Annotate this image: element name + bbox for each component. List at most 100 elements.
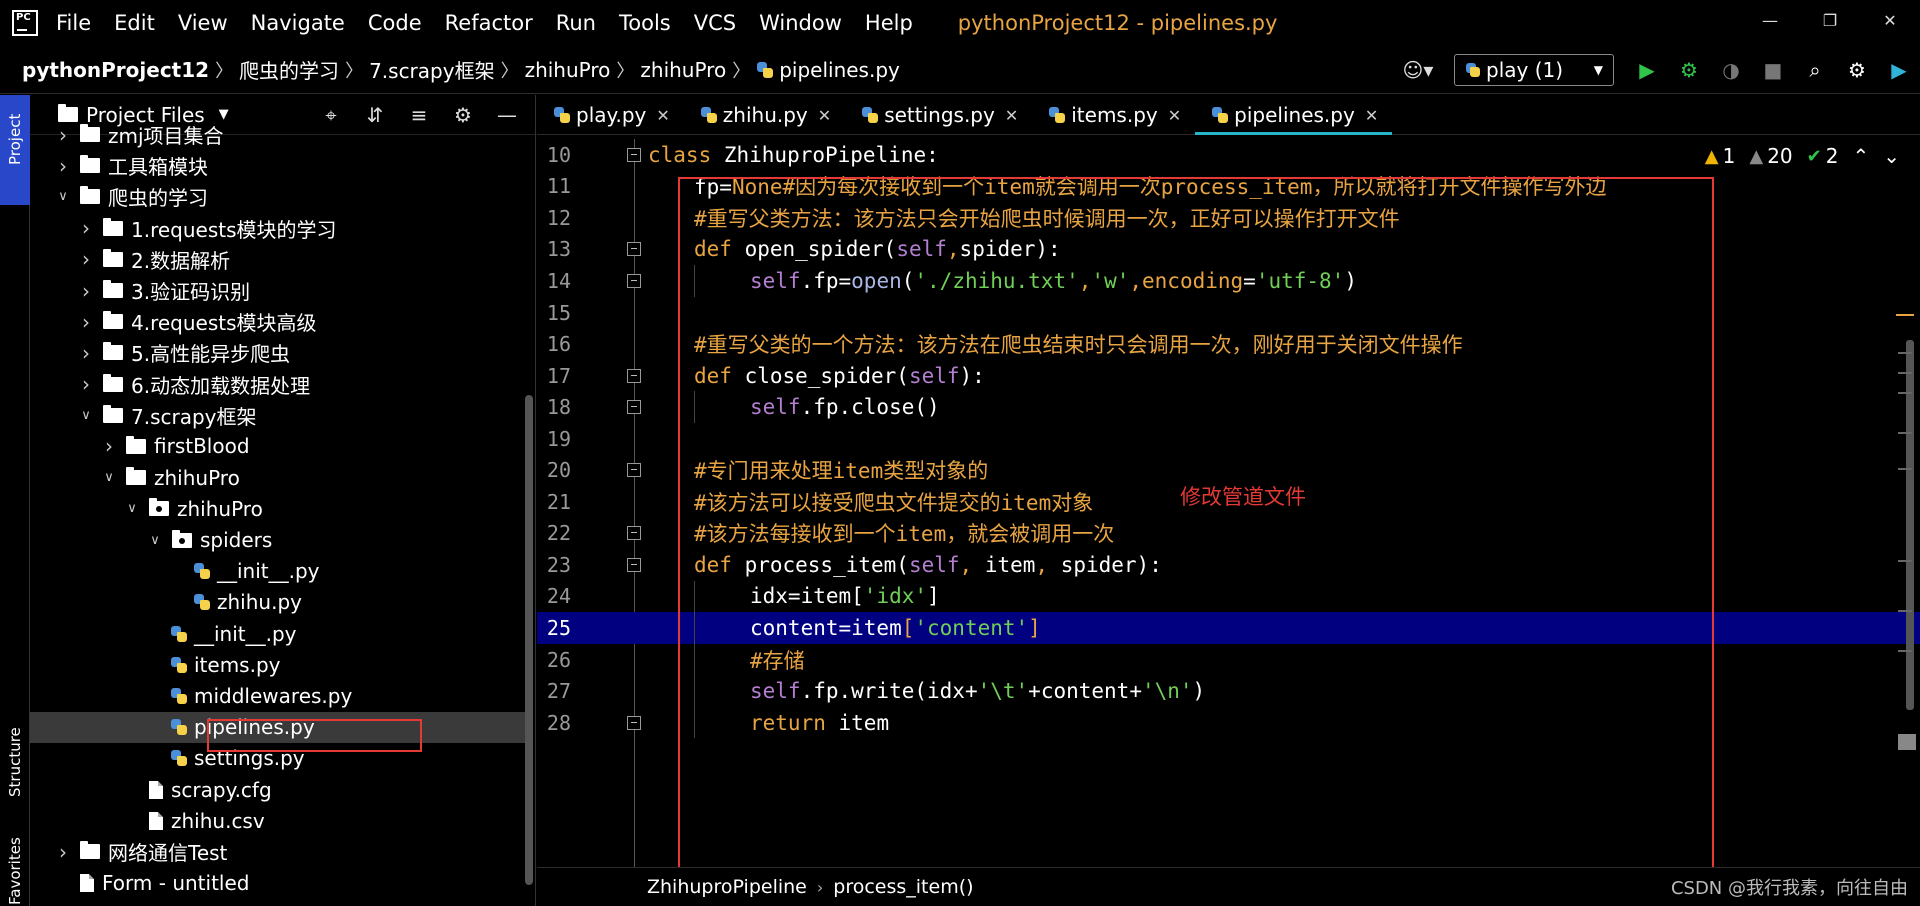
code-line[interactable]: 27 self.fp.write(idx+'\t'+content+'\n') bbox=[537, 675, 1920, 707]
code-line[interactable]: 25 content=item['content'] bbox=[537, 612, 1920, 644]
code-line[interactable]: 22 #该方法每接收到一个item，就会被调用一次 bbox=[537, 518, 1920, 550]
breadcrumb-method[interactable]: process_item() bbox=[833, 876, 973, 898]
menu-vcs[interactable]: VCS bbox=[694, 11, 736, 35]
code-line[interactable]: 11 fp=None#因为每次接收到一个item就会调用一次process_ite… bbox=[537, 171, 1920, 203]
fold-toggle-icon[interactable] bbox=[627, 368, 641, 383]
breadcrumb-file[interactable]: pipelines.py bbox=[779, 58, 900, 82]
warning-marker[interactable] bbox=[1896, 314, 1914, 316]
menu-help[interactable]: Help bbox=[865, 11, 913, 35]
project-tool-button[interactable]: Project bbox=[0, 95, 30, 205]
tree-item[interactable]: › zmj项目集合 bbox=[30, 119, 526, 150]
settings-gear-icon[interactable]: ⚙ bbox=[1836, 50, 1878, 90]
close-window-icon[interactable]: ✕ bbox=[1860, 0, 1920, 40]
fold-toggle-icon[interactable] bbox=[627, 526, 641, 541]
chevron-right-icon[interactable]: › bbox=[77, 216, 95, 240]
code-line[interactable]: 18 self.fp.close() bbox=[537, 391, 1920, 423]
tree-item[interactable]: › 6.动态加载数据处理 bbox=[30, 369, 526, 400]
editor-tab[interactable]: settings.py ✕ bbox=[845, 95, 1032, 135]
chevron-right-icon[interactable]: › bbox=[77, 247, 95, 271]
editor-scrollbar[interactable] bbox=[1906, 340, 1914, 710]
code-line[interactable]: 24 idx=item['idx'] bbox=[537, 580, 1920, 613]
run-icon[interactable]: ▶ bbox=[1626, 50, 1668, 90]
chevron-down-icon[interactable]: ∨ bbox=[100, 470, 118, 485]
error-stripe-mark[interactable] bbox=[1898, 432, 1912, 434]
tree-item[interactable]: › 网络通信Test bbox=[30, 836, 526, 867]
tree-item[interactable]: › 2.数据解析 bbox=[30, 244, 526, 275]
fold-toggle-icon[interactable] bbox=[627, 715, 641, 730]
menu-file[interactable]: File bbox=[56, 11, 91, 35]
minimize-icon[interactable]: — bbox=[1740, 0, 1800, 40]
close-tab-icon[interactable]: ✕ bbox=[1005, 106, 1018, 125]
tree-item[interactable]: middlewares.py bbox=[30, 680, 526, 711]
chevron-down-icon[interactable]: ∨ bbox=[54, 189, 72, 204]
chevron-down-icon[interactable]: ∨ bbox=[77, 408, 95, 423]
tree-item[interactable]: settings.py bbox=[30, 743, 526, 774]
menu-code[interactable]: Code bbox=[368, 11, 422, 35]
fold-toggle-icon[interactable] bbox=[627, 557, 641, 572]
chevron-right-icon[interactable]: › bbox=[54, 840, 72, 864]
inspection-widget[interactable]: ▲ 1 ▲ 20 ✔ 2 ⌃ ⌄ bbox=[1691, 144, 1900, 168]
error-stripe-mark[interactable] bbox=[1898, 650, 1912, 652]
chevron-right-icon[interactable]: › bbox=[77, 310, 95, 334]
tree-item[interactable]: ∨ spiders bbox=[30, 524, 526, 555]
tree-item[interactable]: › 5.高性能异步爬虫 bbox=[30, 337, 526, 368]
chevron-right-icon[interactable]: › bbox=[77, 372, 95, 396]
fold-toggle-icon[interactable] bbox=[627, 242, 641, 257]
code-line[interactable]: 19 bbox=[537, 423, 1920, 455]
breadcrumb-folder[interactable]: zhihuPro bbox=[525, 58, 611, 82]
close-tab-icon[interactable]: ✕ bbox=[818, 106, 831, 125]
menu-window[interactable]: Window bbox=[759, 11, 842, 35]
tree-item[interactable]: zhihu.py bbox=[30, 587, 526, 618]
breadcrumb-package[interactable]: zhihuPro bbox=[640, 58, 726, 82]
menu-navigate[interactable]: Navigate bbox=[251, 11, 345, 35]
code-line[interactable]: 15 bbox=[537, 297, 1920, 329]
close-tab-icon[interactable]: ✕ bbox=[1168, 106, 1181, 125]
breadcrumb-class[interactable]: ZhihuproPipeline bbox=[647, 876, 807, 898]
code-line[interactable]: 26 #存储 bbox=[537, 643, 1920, 676]
code-line[interactable]: 16 #重写父类的一个方法：该方法在爬虫结束时只会调用一次，刚好用于关闭文件操作 bbox=[537, 328, 1920, 360]
tree-item[interactable]: items.py bbox=[30, 649, 526, 680]
run-configuration-select[interactable]: play (1) ▼ bbox=[1454, 54, 1614, 86]
restore-icon[interactable]: ❐ bbox=[1800, 0, 1860, 40]
menu-edit[interactable]: Edit bbox=[114, 11, 155, 35]
chevron-right-icon[interactable]: › bbox=[77, 341, 95, 365]
tree-item[interactable]: › firstBlood bbox=[30, 431, 526, 462]
tree-item[interactable]: ∨ zhihuPro bbox=[30, 493, 526, 524]
weak-warnings-count[interactable]: ▲ 20 bbox=[1749, 144, 1792, 168]
current-line-marker[interactable] bbox=[1898, 734, 1916, 750]
fold-toggle-icon[interactable] bbox=[627, 147, 641, 162]
breadcrumb-folder[interactable]: 爬虫的学习 bbox=[239, 55, 339, 84]
chevron-right-icon[interactable]: › bbox=[77, 279, 95, 303]
coverage-icon[interactable]: ◑ bbox=[1710, 50, 1752, 90]
tree-item[interactable]: __init__.py bbox=[30, 556, 526, 587]
code-line[interactable]: 17 def close_spider(self): bbox=[537, 360, 1920, 392]
chevron-down-icon[interactable]: ∨ bbox=[123, 501, 141, 516]
code-line[interactable]: 12 #重写父类方法：该方法只会开始爬虫时候调用一次，正好可以操作打开文件 bbox=[537, 202, 1920, 234]
tree-item[interactable]: scrapy.cfg bbox=[30, 774, 526, 805]
code-line[interactable]: 28 return item bbox=[537, 706, 1920, 739]
user-icon[interactable]: ☺▾ bbox=[1396, 58, 1440, 82]
menu-tools[interactable]: Tools bbox=[619, 11, 671, 35]
menu-refactor[interactable]: Refactor bbox=[445, 11, 533, 35]
error-stripe-mark[interactable] bbox=[1898, 352, 1912, 354]
previous-highlight-icon[interactable]: ⌃ bbox=[1852, 144, 1869, 168]
typos-count[interactable]: ✔ 2 bbox=[1807, 144, 1839, 168]
tree-item[interactable]: pipelines.py bbox=[30, 711, 526, 743]
tree-item[interactable]: Form - untitled bbox=[30, 868, 526, 899]
menu-view[interactable]: View bbox=[178, 11, 228, 35]
menu-run[interactable]: Run bbox=[556, 11, 596, 35]
error-stripe-mark[interactable] bbox=[1898, 468, 1912, 470]
editor-tab[interactable]: play.py ✕ bbox=[537, 95, 684, 135]
debug-icon[interactable]: ⚙ bbox=[1668, 50, 1710, 90]
editor-tab[interactable]: zhihu.py ✕ bbox=[684, 95, 845, 135]
breadcrumb-project[interactable]: pythonProject12 bbox=[22, 58, 209, 82]
code-line[interactable]: 23 def process_item(self, item, spider): bbox=[537, 549, 1920, 581]
error-stripe-mark[interactable] bbox=[1898, 560, 1912, 562]
tree-item[interactable]: ∨ 7.scrapy框架 bbox=[30, 400, 526, 431]
fold-toggle-icon[interactable] bbox=[627, 400, 641, 415]
warnings-count[interactable]: ▲ 1 bbox=[1705, 144, 1736, 168]
structure-tool-button[interactable]: Structure bbox=[6, 727, 24, 797]
tree-item[interactable]: __init__.py bbox=[30, 618, 526, 649]
search-icon[interactable]: ⌕ bbox=[1794, 50, 1836, 90]
chevron-down-icon[interactable]: ∨ bbox=[146, 533, 164, 548]
